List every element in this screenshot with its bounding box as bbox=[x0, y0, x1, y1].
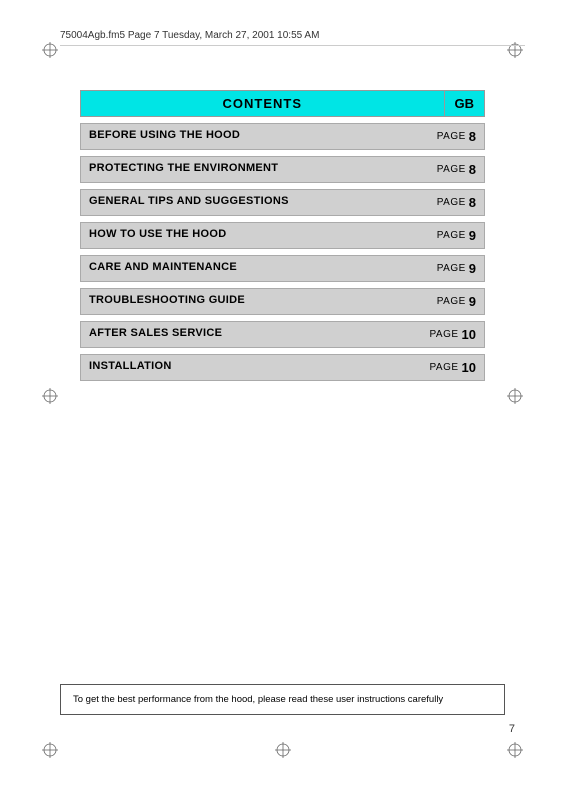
table-row: PROTECTING THE ENVIRONMENTPAGE8 bbox=[80, 156, 485, 183]
crosshair-bottom-right bbox=[507, 742, 523, 758]
header-bar: 75004Agb.fm5 Page 7 Tuesday, March 27, 2… bbox=[60, 30, 525, 46]
file-info: 75004Agb.fm5 Page 7 Tuesday, March 27, 2… bbox=[60, 30, 319, 41]
contents-rows: BEFORE USING THE HOODPAGE8PROTECTING THE… bbox=[80, 123, 485, 381]
row-label: AFTER SALES SERVICE bbox=[81, 322, 414, 347]
table-row: INSTALLATION PAGE 10 bbox=[80, 354, 485, 381]
crosshair-bottom-center bbox=[275, 742, 291, 758]
contents-title-row: CONTENTS GB bbox=[80, 90, 485, 117]
row-page: PAGE 10 bbox=[414, 355, 484, 380]
row-page: PAGE9 bbox=[414, 256, 484, 281]
page-word: PAGE bbox=[437, 296, 466, 307]
row-label: INSTALLATION bbox=[81, 355, 414, 380]
page-word: PAGE bbox=[437, 131, 466, 142]
crosshair-middle-right bbox=[507, 388, 523, 404]
page: 75004Agb.fm5 Page 7 Tuesday, March 27, 2… bbox=[0, 0, 565, 800]
page-word: PAGE bbox=[437, 197, 466, 208]
row-label: TROUBLESHOOTING GUIDE bbox=[81, 289, 414, 314]
page-num: 9 bbox=[469, 261, 476, 276]
page-word: PAGE bbox=[429, 329, 458, 340]
contents-table: CONTENTS GB BEFORE USING THE HOODPAGE8PR… bbox=[80, 90, 485, 381]
crosshair-bottom-left bbox=[42, 742, 58, 758]
page-num: 10 bbox=[462, 360, 476, 375]
row-label: HOW TO USE THE HOOD bbox=[81, 223, 414, 248]
page-num: 8 bbox=[469, 129, 476, 144]
contents-title: CONTENTS bbox=[80, 90, 445, 117]
page-num: 8 bbox=[469, 195, 476, 210]
table-row: GENERAL TIPS AND SUGGESTIONSPAGE8 bbox=[80, 189, 485, 216]
row-page: PAGE 10 bbox=[414, 322, 484, 347]
page-number: 7 bbox=[509, 723, 515, 735]
row-page: PAGE8 bbox=[414, 157, 484, 182]
page-word: PAGE bbox=[437, 263, 466, 274]
row-label: PROTECTING THE ENVIRONMENT bbox=[81, 157, 414, 182]
crosshair-top-left bbox=[42, 42, 58, 58]
table-row: BEFORE USING THE HOODPAGE8 bbox=[80, 123, 485, 150]
table-row: CARE AND MAINTENANCEPAGE9 bbox=[80, 255, 485, 282]
table-row: TROUBLESHOOTING GUIDEPAGE9 bbox=[80, 288, 485, 315]
page-word: PAGE bbox=[437, 230, 466, 241]
row-label: GENERAL TIPS AND SUGGESTIONS bbox=[81, 190, 414, 215]
gb-label: GB bbox=[445, 90, 486, 117]
table-row: AFTER SALES SERVICE PAGE 10 bbox=[80, 321, 485, 348]
page-num: 8 bbox=[469, 162, 476, 177]
page-num: 10 bbox=[462, 327, 476, 342]
crosshair-middle-left bbox=[42, 388, 58, 404]
row-page: PAGE8 bbox=[414, 124, 484, 149]
row-page: PAGE9 bbox=[414, 289, 484, 314]
row-label: BEFORE USING THE HOOD bbox=[81, 124, 414, 149]
page-num: 9 bbox=[469, 294, 476, 309]
row-page: PAGE9 bbox=[414, 223, 484, 248]
row-label: CARE AND MAINTENANCE bbox=[81, 256, 414, 281]
page-word: PAGE bbox=[437, 164, 466, 175]
page-word: PAGE bbox=[429, 362, 458, 373]
page-num: 9 bbox=[469, 228, 476, 243]
table-row: HOW TO USE THE HOODPAGE9 bbox=[80, 222, 485, 249]
row-page: PAGE8 bbox=[414, 190, 484, 215]
footer-note: To get the best performance from the hoo… bbox=[60, 684, 505, 715]
